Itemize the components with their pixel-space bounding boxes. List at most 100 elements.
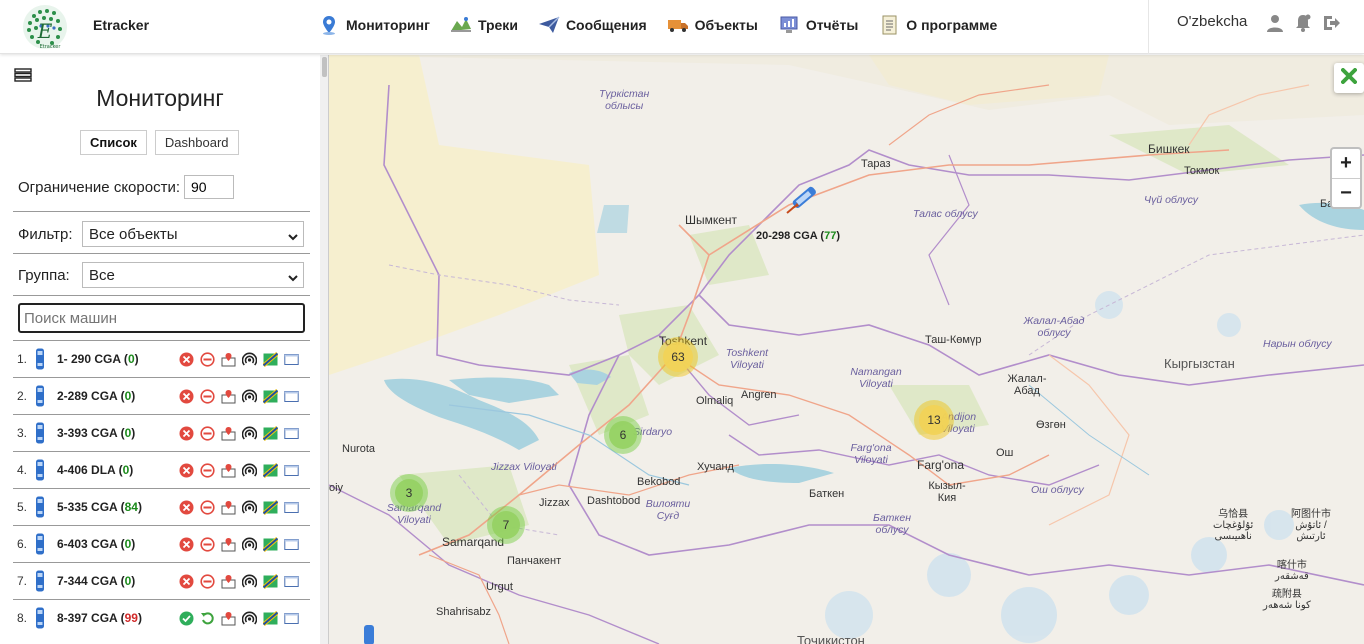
vehicle-name[interactable]: 8-397 CGA (99) (57, 611, 175, 625)
nav-about[interactable]: О программе (878, 14, 997, 36)
vehicle-name[interactable]: 1- 290 CGA (0) (57, 352, 175, 366)
status-offline-icon[interactable] (179, 389, 194, 404)
signal-icon[interactable] (241, 352, 258, 367)
vehicle-row[interactable]: 1. 1- 290 CGA (0) (13, 340, 310, 377)
card-icon[interactable] (284, 389, 299, 404)
filter-row: Фильтр: Все объекты (18, 221, 304, 247)
block-icon[interactable] (200, 352, 215, 367)
block-icon[interactable] (200, 463, 215, 478)
status-online-icon[interactable] (179, 611, 194, 626)
country-flag-icon[interactable] (262, 610, 279, 627)
map-view[interactable]: Түркістан облысы Тараз Бишкек Токмок Бал… (329, 55, 1364, 644)
location-icon[interactable] (221, 611, 236, 626)
map-label: 疏附县 كونا شەھەر (1263, 589, 1311, 611)
status-offline-icon[interactable] (179, 463, 194, 478)
location-icon[interactable] (221, 574, 236, 589)
refresh-icon[interactable] (200, 611, 215, 626)
vehicle-name[interactable]: 4-406 DLA (0) (57, 463, 175, 477)
status-offline-icon[interactable] (179, 426, 194, 441)
country-flag-icon[interactable] (262, 425, 279, 442)
location-icon[interactable] (221, 426, 236, 441)
vehicle-name[interactable]: 2-289 CGA (0) (57, 389, 175, 403)
block-icon[interactable] (200, 537, 215, 552)
card-icon[interactable] (284, 500, 299, 515)
vehicle-name[interactable]: 3-393 CGA (0) (57, 426, 175, 440)
vehicle-marker-icon[interactable] (363, 625, 375, 644)
vehicle-name[interactable]: 7-344 CGA (0) (57, 574, 175, 588)
brand-name[interactable]: Etracker (93, 17, 149, 33)
nav-objects[interactable]: Объекты (667, 14, 758, 36)
sidebar-scrollbar[interactable] (320, 55, 328, 644)
user-icon[interactable] (1265, 13, 1285, 33)
location-icon[interactable] (221, 389, 236, 404)
card-icon[interactable] (284, 611, 299, 626)
nav-reports[interactable]: Отчёты (778, 14, 858, 36)
vehicle-row[interactable]: 4. 4-406 DLA (0) (13, 451, 310, 488)
location-icon[interactable] (221, 500, 236, 515)
view-dashboard-button[interactable]: Dashboard (154, 130, 239, 155)
country-flag-icon[interactable] (262, 499, 279, 516)
top-header: E Etracker Etracker Мониторинг Треки Соо… (0, 0, 1364, 54)
country-flag-icon[interactable] (262, 573, 279, 590)
block-icon[interactable] (200, 426, 215, 441)
nav-monitoring[interactable]: Мониторинг (318, 14, 430, 36)
vehicle-row[interactable]: 8. 8-397 CGA (99) (13, 599, 310, 636)
map-label: Вилояти Суғд (645, 498, 691, 522)
map-cluster[interactable]: 13 (914, 400, 954, 440)
card-icon[interactable] (284, 574, 299, 589)
filter-select[interactable]: Все объекты (82, 221, 304, 247)
vehicle-row[interactable]: 2. 2-289 CGA (0) (13, 377, 310, 414)
map-cluster[interactable]: 7 (487, 506, 525, 544)
country-flag-icon[interactable] (262, 536, 279, 553)
status-offline-icon[interactable] (179, 574, 194, 589)
zoom-out-button[interactable]: − (1332, 178, 1360, 207)
signal-icon[interactable] (241, 574, 258, 589)
language-switcher[interactable]: O'zbekcha (1177, 13, 1247, 30)
nav-messages[interactable]: Сообщения (538, 14, 647, 36)
vehicle-name[interactable]: 6-403 CGA (0) (57, 537, 175, 551)
card-icon[interactable] (284, 537, 299, 552)
map-cluster[interactable]: 6 (604, 416, 642, 454)
card-icon[interactable] (284, 352, 299, 367)
vehicle-row[interactable]: 6. 6-403 CGA (0) (13, 525, 310, 562)
view-list-button[interactable]: Список (80, 130, 147, 155)
card-icon[interactable] (284, 426, 299, 441)
menu-toggle-icon[interactable] (14, 68, 32, 82)
notification-bell-icon[interactable] (1293, 13, 1313, 33)
country-flag-icon[interactable] (262, 388, 279, 405)
signal-icon[interactable] (241, 426, 258, 441)
signal-icon[interactable] (241, 537, 258, 552)
signal-icon[interactable] (241, 463, 258, 478)
map-cluster[interactable]: 3 (390, 474, 428, 512)
country-flag-icon[interactable] (262, 351, 279, 368)
map-cluster[interactable]: 63 (658, 337, 698, 377)
signal-icon[interactable] (241, 500, 258, 515)
close-panel-button[interactable] (1334, 63, 1364, 93)
vehicle-search-input[interactable] (18, 303, 305, 333)
signal-icon[interactable] (241, 611, 258, 626)
status-offline-icon[interactable] (179, 537, 194, 552)
location-icon[interactable] (221, 352, 236, 367)
vehicle-name[interactable]: 5-335 CGA (84) (57, 500, 175, 514)
speed-limit-input[interactable] (184, 175, 234, 199)
group-select[interactable]: Все (82, 262, 304, 288)
vehicle-marker-icon[interactable] (789, 183, 821, 216)
status-offline-icon[interactable] (179, 352, 194, 367)
vehicle-row[interactable]: 7. 7-344 CGA (0) (13, 562, 310, 599)
vehicle-row[interactable]: 3. 3-393 CGA (0) (13, 414, 310, 451)
block-icon[interactable] (200, 500, 215, 515)
vehicle-row[interactable]: 5. 5-335 CGA (84) (13, 488, 310, 525)
location-icon[interactable] (221, 537, 236, 552)
block-icon[interactable] (200, 574, 215, 589)
status-offline-icon[interactable] (179, 500, 194, 515)
brand-logo[interactable]: E Etracker (20, 2, 70, 52)
zoom-in-button[interactable]: + (1332, 149, 1360, 178)
logout-icon[interactable] (1321, 13, 1341, 33)
location-icon[interactable] (221, 463, 236, 478)
block-icon[interactable] (200, 389, 215, 404)
country-flag-icon[interactable] (262, 462, 279, 479)
card-icon[interactable] (284, 463, 299, 478)
scrollbar-thumb[interactable] (322, 57, 327, 77)
nav-tracks[interactable]: Треки (450, 14, 518, 36)
signal-icon[interactable] (241, 389, 258, 404)
